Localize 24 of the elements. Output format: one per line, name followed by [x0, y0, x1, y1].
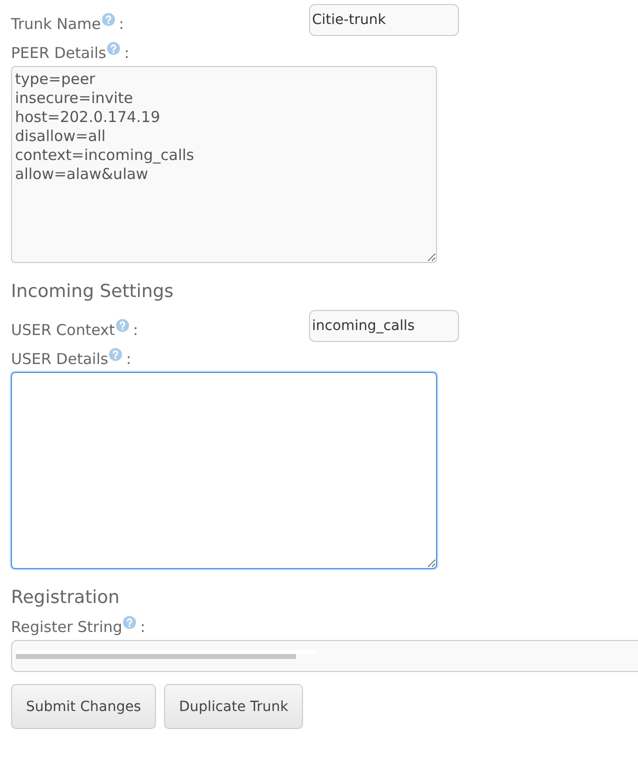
field-label: USER Details: [11, 350, 108, 368]
help-icon[interactable]: [116, 319, 129, 332]
colon: :: [124, 44, 130, 62]
text-input[interactable]: Citie-trunk: [309, 4, 459, 36]
colon: :: [118, 15, 124, 33]
register-string-input[interactable]: [11, 640, 638, 672]
text-area[interactable]: [11, 372, 437, 569]
help-icon[interactable]: [123, 616, 136, 629]
section-heading: Incoming Settings: [11, 281, 175, 302]
help-icon[interactable]: [102, 13, 115, 26]
colon: :: [140, 618, 146, 636]
colon: :: [126, 350, 132, 368]
help-icon[interactable]: [107, 42, 120, 55]
text-area[interactable]: type=peer insecure=invite host=202.0.174.19 disallow=all context=incoming_calls allow=alaw&ulaw: [11, 66, 437, 263]
text-input[interactable]: incoming_calls: [309, 310, 459, 342]
help-icon[interactable]: [109, 348, 122, 361]
colon: :: [132, 321, 138, 339]
field-label: PEER Details: [11, 44, 106, 62]
field-label: Register String: [11, 618, 122, 636]
action-button[interactable]: Submit Changes: [11, 684, 156, 729]
action-button[interactable]: Duplicate Trunk: [164, 684, 304, 729]
section-heading: Registration: [11, 587, 121, 608]
field-label: Trunk Name: [11, 15, 101, 33]
field-label: USER Context: [11, 321, 115, 339]
